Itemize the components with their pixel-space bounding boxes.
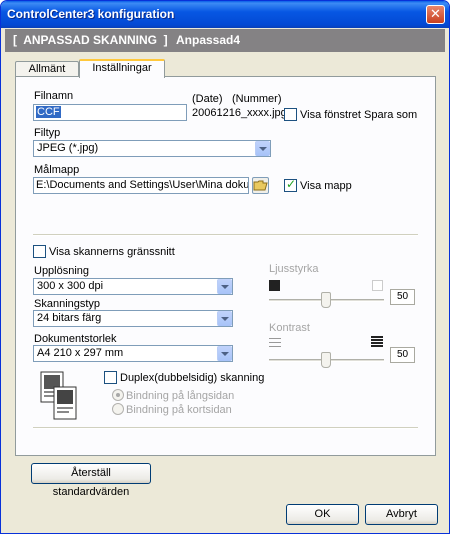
tab-settings[interactable]: Inställningar — [79, 59, 165, 78]
duplex-label: Duplex(dubbelsidig) skanning — [120, 372, 265, 384]
scantype-label: Skanningstyp — [34, 298, 101, 310]
resolution-select[interactable]: 300 x 300 dpi — [33, 278, 233, 295]
light-square-icon — [372, 280, 383, 291]
long-edge-radio[interactable] — [112, 389, 124, 401]
cancel-button[interactable]: Avbryt — [365, 504, 438, 525]
dialog-window: ControlCenter3 konfiguration ✕ [ ANPASSA… — [0, 0, 450, 534]
show-save-as-label: Visa fönstret Spara som — [300, 109, 418, 121]
filename-input[interactable]: CCF — [33, 104, 187, 121]
show-interface-checkbox[interactable] — [33, 245, 46, 258]
contrast-value[interactable]: 50 — [390, 347, 415, 363]
date-label: (Date) — [192, 93, 223, 105]
duplex-checkbox[interactable] — [104, 371, 117, 384]
filetype-value: JPEG (*.jpg) — [37, 142, 99, 154]
show-save-as-checkbox[interactable] — [284, 108, 297, 121]
filetype-select[interactable]: JPEG (*.jpg) — [33, 140, 271, 157]
show-folder-checkbox[interactable] — [284, 177, 297, 192]
docsize-label: Dokumentstorlek — [34, 333, 117, 345]
contrast-low-icon — [269, 338, 281, 347]
folder-icon — [253, 180, 268, 191]
filename-label: Filnamn — [34, 90, 74, 102]
brightness-slider[interactable] — [321, 292, 331, 308]
dark-square-icon — [269, 280, 280, 291]
docsize-value: A4 210 x 297 mm — [37, 347, 124, 359]
filetype-label: Filtyp — [34, 127, 61, 139]
window-title: ControlCenter3 konfiguration — [7, 7, 175, 21]
folder-label: Målmapp — [34, 164, 80, 176]
scantype-select[interactable]: 24 bitars färg — [33, 310, 233, 327]
profile-name-label: Anpassad4 — [176, 33, 241, 47]
folder-value: E:\Documents and Settings\User\Mina doku… — [36, 179, 249, 191]
contrast-high-icon — [371, 336, 383, 347]
profile-type-label: [ ANPASSAD SKANNING ] — [13, 33, 168, 47]
filename-value: CCF — [36, 106, 61, 118]
short-edge-label: Bindning på kortsidan — [126, 404, 232, 416]
docsize-select[interactable]: A4 210 x 297 mm — [33, 345, 233, 362]
settings-panel: Filnamn (Date) (Nummer) CCF 20061216_xxx… — [15, 76, 436, 456]
short-edge-radio[interactable] — [112, 403, 124, 415]
scantype-value: 24 bitars färg — [37, 312, 102, 324]
dropdown-arrow-icon[interactable] — [217, 279, 232, 294]
long-edge-label: Bindning på långsidan — [126, 390, 235, 402]
filename-example: 20061216_xxxx.jpg — [192, 107, 287, 119]
dropdown-arrow-icon[interactable] — [217, 311, 232, 326]
title-bar[interactable]: ControlCenter3 konfiguration ✕ — [1, 1, 449, 28]
folder-input[interactable]: E:\Documents and Settings\User\Mina doku… — [33, 177, 249, 194]
dropdown-arrow-icon[interactable] — [217, 346, 232, 361]
scan-profile-header: [ ANPASSAD SKANNING ] Anpassad4 — [5, 29, 445, 52]
duplex-document-icon — [40, 371, 77, 420]
dropdown-arrow-icon[interactable] — [255, 141, 270, 156]
resolution-value: 300 x 300 dpi — [37, 280, 104, 292]
ok-button[interactable]: OK — [286, 504, 359, 525]
separator — [33, 234, 418, 236]
brightness-label: Ljusstyrka — [269, 263, 319, 275]
tab-general[interactable]: Allmänt — [15, 61, 79, 77]
show-folder-label: Visa mapp — [300, 180, 352, 192]
show-interface-label: Visa skannerns gränssnitt — [49, 246, 175, 258]
separator — [33, 427, 418, 429]
close-icon[interactable]: ✕ — [426, 5, 445, 24]
contrast-slider[interactable] — [321, 352, 331, 368]
brightness-value[interactable]: 50 — [390, 289, 415, 305]
reset-defaults-button[interactable]: Återställ standardvärden — [31, 463, 151, 498]
number-label: (Nummer) — [232, 93, 282, 105]
contrast-label: Kontrast — [269, 322, 310, 334]
resolution-label: Upplösning — [34, 265, 90, 277]
browse-folder-button[interactable] — [252, 177, 269, 194]
